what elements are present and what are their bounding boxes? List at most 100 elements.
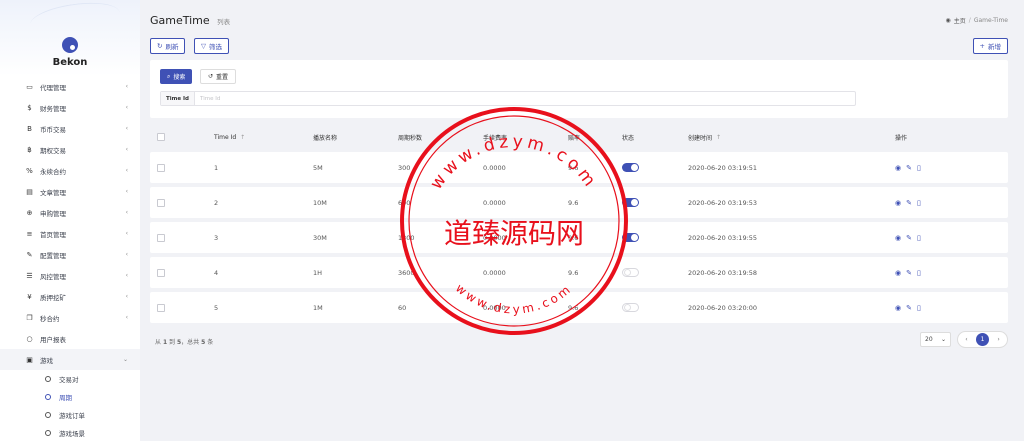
cell-fee: 0.0000	[483, 233, 506, 242]
status-toggle[interactable]	[622, 268, 639, 277]
column-header-actions: 操作	[895, 134, 908, 142]
sidebar-item[interactable]: ฿ 期权交易 ‹	[0, 139, 140, 160]
add-button[interactable]: + 新增	[972, 38, 1008, 54]
bitcoin-small-icon: ฿	[27, 145, 32, 154]
sidebar-item[interactable]: B 币币交易 ‹	[0, 118, 140, 139]
cell-id: 3	[214, 233, 219, 242]
list-icon: ≡	[26, 229, 33, 238]
page-button-current[interactable]: 1	[975, 333, 989, 346]
cell-fee: 0.0000	[483, 198, 506, 207]
row-checkbox[interactable]	[157, 268, 165, 277]
sidebar-item[interactable]: ¥ 质押挖矿 ‹	[0, 286, 140, 307]
dollar-icon: $	[27, 103, 32, 112]
edit-icon[interactable]: ✎	[906, 199, 912, 207]
row-checkbox[interactable]	[157, 233, 165, 242]
status-toggle[interactable]	[622, 198, 639, 207]
refresh-button[interactable]: ↻ 刷新	[150, 38, 186, 54]
main-content: GameTime 列表 ◉ 主页 / Game-Time ↻ 刷新 ▽ 筛选 +…	[140, 0, 1024, 441]
sidebar-item[interactable]: ▤ 文章管理 ‹	[0, 181, 140, 202]
sidebar-item-label: 秒合约	[40, 314, 60, 323]
status-toggle[interactable]	[622, 233, 639, 242]
trash-icon[interactable]: ▯	[917, 164, 921, 172]
search-button[interactable]: ⌕ 搜索	[160, 69, 193, 84]
cell-fee: 0.0000	[483, 303, 506, 312]
chevron-icon: ‹	[125, 314, 128, 321]
cell-name: 10M	[313, 198, 327, 207]
eye-icon[interactable]: ◉	[895, 269, 901, 277]
status-toggle[interactable]	[622, 303, 639, 312]
cell-created: 2020-06-20 03:19:53	[688, 198, 758, 207]
eye-icon[interactable]: ◉	[895, 164, 901, 172]
filter-label: 筛选	[209, 43, 222, 51]
status-toggle[interactable]	[622, 163, 639, 172]
eye-icon[interactable]: ◉	[895, 199, 901, 207]
game-icon: ▣	[26, 355, 33, 364]
row-checkbox[interactable]	[157, 163, 165, 172]
sidebar-item-label: 用户报表	[40, 335, 66, 344]
dashboard-icon: ◉	[945, 17, 951, 24]
cell-id: 5	[214, 303, 219, 312]
sidebar-item[interactable]: ○ 用户报表	[0, 328, 140, 349]
circle-icon	[45, 430, 51, 436]
sidebar-subitem[interactable]: 周期	[0, 388, 140, 406]
page-size-select[interactable]: 20 ⌄	[920, 332, 951, 347]
sidebar-item[interactable]: % 永续合约 ‹	[0, 160, 140, 181]
page-title: GameTime 列表	[150, 14, 230, 27]
trash-icon[interactable]: ▯	[917, 199, 921, 207]
logo-icon	[62, 37, 78, 53]
plus-icon: +	[979, 42, 985, 50]
eye-icon[interactable]: ◉	[895, 234, 901, 242]
breadcrumb-separator: /	[968, 17, 971, 24]
reset-button[interactable]: ↺ 重置	[200, 69, 237, 84]
edit-icon[interactable]: ✎	[906, 234, 912, 242]
select-all-checkbox[interactable]	[157, 133, 165, 141]
prev-page-button[interactable]: ‹	[965, 336, 967, 343]
edit-icon[interactable]: ✎	[906, 304, 912, 312]
sidebar-subitem-label: 游戏订单	[59, 412, 85, 420]
sidebar-item[interactable]: ❐ 秒合约 ‹	[0, 307, 140, 328]
chevron-icon: ‹	[125, 209, 128, 216]
cell-name: 5M	[313, 163, 323, 172]
refresh-icon: ↻	[157, 42, 163, 50]
sidebar-item[interactable]: ✎ 配置管理 ‹	[0, 244, 140, 265]
column-header-id[interactable]: Time Id ↑	[214, 134, 245, 141]
pagination-info: 从 1 到 5，总共 5 条	[155, 339, 214, 346]
row-checkbox[interactable]	[157, 303, 165, 312]
cell-name: 1M	[313, 303, 323, 312]
breadcrumb-home[interactable]: 主页	[954, 16, 966, 25]
edit-icon[interactable]: ✎	[906, 164, 912, 172]
edit-icon[interactable]: ✎	[906, 269, 912, 277]
cell-name: 1H	[313, 268, 323, 277]
trash-icon[interactable]: ▯	[917, 269, 921, 277]
search-icon: ⌕	[167, 72, 171, 80]
sidebar-subitem[interactable]: 游戏订单	[0, 406, 140, 424]
filter-button[interactable]: ▽ 筛选	[194, 38, 229, 54]
sidebar-item[interactable]: ▣ 游戏 ⌄	[0, 349, 140, 370]
trash-icon[interactable]: ▯	[917, 234, 921, 242]
column-header-seconds: 周期秒数	[398, 134, 423, 142]
cell-id: 4	[214, 268, 219, 277]
row-checkbox[interactable]	[157, 198, 165, 207]
sidebar-item[interactable]: ☰ 风控管理 ‹	[0, 265, 140, 286]
time-id-input[interactable]	[195, 92, 855, 105]
time-id-label: Time Id	[161, 92, 195, 105]
row-actions: ◉ ✎ ▯	[895, 199, 921, 207]
eye-icon[interactable]: ◉	[895, 304, 901, 312]
chevron-icon: ‹	[125, 293, 128, 300]
column-header-created[interactable]: 创建时间 ↑	[688, 133, 721, 142]
sidebar-item[interactable]: ≡ 首页管理 ‹	[0, 223, 140, 244]
circle-icon	[45, 412, 51, 418]
next-page-button[interactable]: ›	[997, 336, 999, 343]
sidebar-subitem[interactable]: 交易对	[0, 370, 140, 388]
cell-name: 30M	[313, 233, 327, 242]
sidebar-item[interactable]: ▭ 代理管理 ‹	[0, 76, 140, 97]
cell-created: 2020-06-20 03:19:55	[688, 233, 758, 242]
trash-icon[interactable]: ▯	[917, 304, 921, 312]
sidebar-subitem[interactable]: 游戏场景	[0, 424, 140, 441]
cell-fee: 0.0000	[483, 268, 506, 277]
table-row: 3 30M 1800 0.0000 9.6 2020-06-20 03:19:55 ◉ ✎ ▯	[150, 222, 1008, 253]
sidebar-item[interactable]: $ 财务管理 ‹	[0, 97, 140, 118]
breadcrumb: ◉ 主页 / Game-Time	[946, 16, 1008, 25]
sidebar-item-label: 代理管理	[40, 83, 66, 92]
sidebar-item[interactable]: ⊕ 申购管理 ‹	[0, 202, 140, 223]
